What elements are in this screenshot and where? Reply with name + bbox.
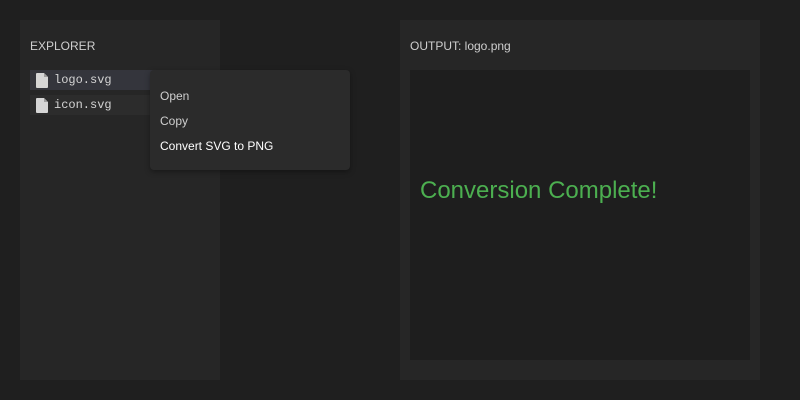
menu-item-copy[interactable]: Copy xyxy=(160,111,340,131)
app-window: EXPLORER logo.svg icon.svg Open Copy Con… xyxy=(0,0,800,400)
file-name: icon.svg xyxy=(54,98,112,112)
explorer-title: EXPLORER xyxy=(30,39,96,53)
conversion-status: Conversion Complete! xyxy=(420,177,658,204)
output-title: OUTPUT: logo.png xyxy=(410,39,511,53)
context-menu: Open Copy Convert SVG to PNG xyxy=(150,70,350,170)
file-name: logo.svg xyxy=(54,73,112,87)
menu-item-convert-svg-to-png[interactable]: Convert SVG to PNG xyxy=(160,136,340,156)
output-panel: OUTPUT: logo.png Conversion Complete! xyxy=(400,20,760,380)
output-preview: Conversion Complete! xyxy=(410,70,750,360)
menu-item-open[interactable]: Open xyxy=(160,86,340,106)
file-icon xyxy=(36,97,48,113)
file-icon xyxy=(36,72,48,88)
